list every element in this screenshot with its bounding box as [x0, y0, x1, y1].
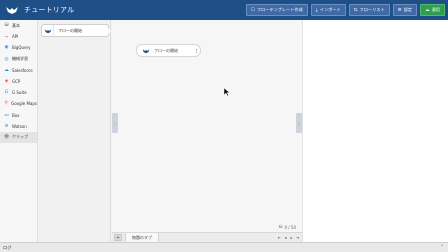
sidebar-item-google-maps[interactable]: ⚲ Google Maps [0, 98, 37, 109]
node-count-icon: ⛁ [278, 224, 283, 230]
prev-tab-icon[interactable]: ◂ [283, 234, 288, 241]
canvas-node-label: フローの開始 [154, 47, 178, 53]
sidebar-item-bigquery[interactable]: ◉ BigQuery [0, 42, 37, 53]
api-icon: ⤳ [4, 34, 9, 40]
log-label: ログ [3, 244, 12, 250]
flowlist-label: フローリスト [359, 7, 385, 12]
sidebar-item-label: 機械学習 [12, 56, 28, 62]
sidebar-item-watson[interactable]: ≋ Watson [0, 121, 37, 132]
sidebar-item-label: GCP [12, 79, 21, 85]
create-template-label: フローテンプレート作成 [256, 7, 303, 12]
import-label: インポート [319, 7, 341, 12]
header-bar: チュートリアル ☐ フローテンプレート作成 ⤓ インポート ⇆ フローリスト ⚙… [0, 0, 448, 20]
app-root: チュートリアル ☐ フローテンプレート作成 ⤓ インポート ⇆ フローリスト ⚙… [0, 0, 448, 252]
machine-learning-icon: ◎ [4, 56, 9, 62]
node-count-text: 0 / 50 [284, 224, 296, 230]
header-button-group: ☐ フローテンプレート作成 ⤓ インポート ⇆ フローリスト ⚙ 設定 ☁ 適用 [245, 4, 445, 16]
palette-node-flow-start[interactable]: フローの開始 [41, 24, 111, 37]
bird-logo-icon [6, 7, 18, 14]
chevron-right-icon: › [298, 120, 300, 126]
log-bar[interactable]: ログ ⌃ [0, 242, 448, 252]
settings-button[interactable]: ⚙ 設定 [392, 4, 418, 16]
import-button[interactable]: ⤓ インポート [310, 4, 346, 16]
apply-label: 適用 [431, 7, 440, 12]
salesforce-icon: ☁ [4, 67, 9, 73]
tab-untitled[interactable]: 無題のタブ [125, 232, 159, 243]
box-icon: ▭ [4, 112, 9, 118]
flowlist-button[interactable]: ⇆ フローリスト [348, 4, 390, 16]
node-output-port[interactable] [196, 49, 198, 53]
sidebar-item-clip[interactable]: 👁 クリップ [0, 131, 37, 144]
mouse-pointer-icon [224, 88, 230, 96]
sidebar-item-machine-learning[interactable]: ◎ 機械学習 [0, 54, 37, 65]
node-arrow [108, 28, 111, 34]
sidebar-item-salesforce[interactable]: ☁ Salesforce [0, 65, 37, 76]
node-counter: ⛁ 0 / 50 [279, 223, 296, 231]
palette-node-label: フローの開始 [58, 27, 82, 33]
node-bird-icon [42, 25, 54, 36]
sidebar-item-label: API [12, 34, 19, 40]
next-tab-icon[interactable]: ▸ [289, 234, 294, 241]
node-bird-icon [140, 46, 151, 55]
tab-nav-buttons: ⇤ ◂ ▸ ⇥ [277, 234, 300, 241]
canvas-node-flow-start[interactable]: フローの開始 [136, 44, 201, 57]
sidebar-item-label: G Suite [12, 90, 27, 96]
sidebar-item-label: クリップ [12, 134, 28, 140]
collapse-left-handle[interactable]: ‹ [112, 113, 118, 133]
sidebar-item-gcp[interactable]: ◈ GCP [0, 76, 37, 87]
properties-pane [302, 20, 448, 242]
sidebar-item-label: 基本 [12, 22, 20, 28]
chevron-up-icon[interactable]: ⌃ [440, 245, 444, 250]
flowlist-icon: ⇆ [353, 7, 358, 13]
settings-label: 設定 [403, 7, 413, 12]
sidebar-item-label: Watson [12, 123, 27, 129]
sidebar-item-label: Box [12, 112, 20, 118]
apply-button[interactable]: ☁ 適用 [420, 4, 445, 16]
gcp-icon: ◈ [4, 79, 9, 85]
sidebar-item-label: BigQuery [12, 45, 31, 51]
node-palette: フローの開始 [38, 20, 111, 242]
sheet-tab-bar: + 無題のタブ ⇤ ◂ ▸ ⇥ [112, 232, 302, 243]
basic-icon: ⛁ [4, 23, 9, 29]
cloud-upload-icon: ☁ [425, 7, 430, 13]
import-icon: ⤓ [315, 8, 318, 13]
sidebar-item-box[interactable]: ▭ Box [0, 110, 37, 121]
gear-icon: ⚙ [397, 7, 402, 13]
eye-icon: 👁 [3, 134, 10, 140]
google-maps-icon: ⚲ [4, 101, 8, 107]
template-icon: ☐ [250, 7, 255, 13]
add-tab-button[interactable]: + [114, 234, 122, 241]
watson-icon: ≋ [4, 123, 9, 129]
create-template-button[interactable]: ☐ フローテンプレート作成 [245, 4, 308, 16]
sidebar-item-label: Salesforce [12, 67, 33, 73]
gsuite-icon: G [4, 90, 9, 96]
first-tab-icon[interactable]: ⇤ [277, 234, 282, 241]
app-title: チュートリアル [24, 6, 75, 14]
bigquery-icon: ◉ [4, 45, 9, 51]
sidebar-item-basic[interactable]: ⛁ 基本 [0, 20, 37, 31]
flow-canvas[interactable]: フローの開始 ‹ › ⛁ 0 / 50 + 無題のタブ ⇤ ◂ ▸ ⇥ [112, 20, 302, 243]
sidebar-item-api[interactable]: ⤳ API [0, 31, 37, 42]
sidebar-item-gsuite[interactable]: GG Suite [0, 87, 37, 98]
sidebar-item-label: Google Maps [11, 101, 37, 107]
last-tab-icon[interactable]: ⇥ [295, 234, 300, 241]
category-sidebar: ⛁ 基本 ⤳ API ◉ BigQuery ◎ 機械学習 ☁ Salesforce ◈ GC… [0, 20, 38, 242]
chevron-left-icon: ‹ [114, 120, 116, 126]
